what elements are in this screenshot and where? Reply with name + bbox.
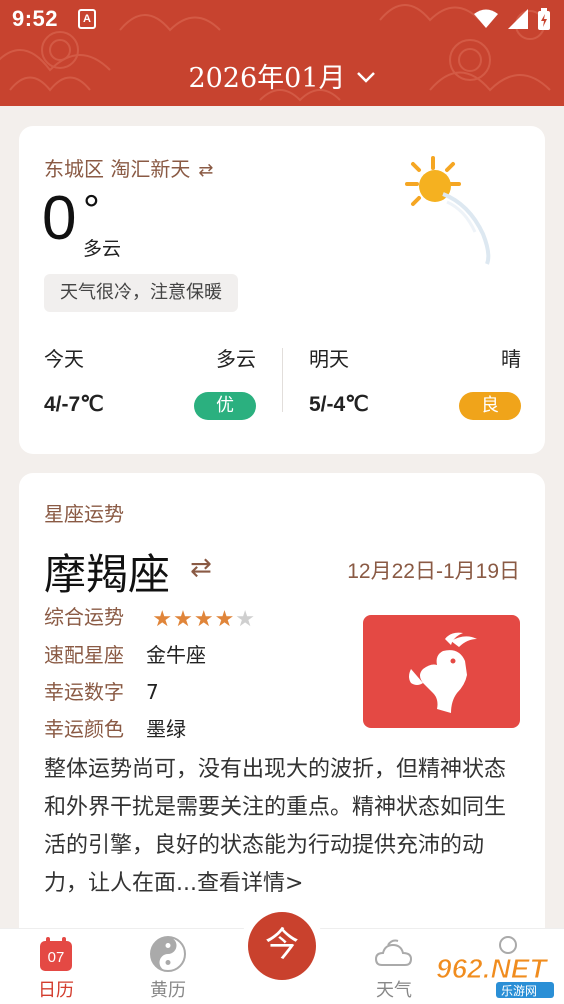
- fortune-stars: ★★★★★: [152, 607, 256, 632]
- yin-yang-icon: [150, 936, 186, 972]
- location[interactable]: 东城区 淘汇新天 ⇄: [44, 153, 213, 182]
- nav-item-calendar[interactable]: 07 日历: [16, 929, 96, 1004]
- match-sign-row: 速配星座 金牛座: [44, 639, 206, 668]
- battery-icon: [538, 8, 550, 30]
- calendar-day-badge: 07: [47, 949, 65, 966]
- row-value: 金牛座: [146, 643, 206, 667]
- divider: [282, 348, 283, 412]
- nav-label: 日历: [38, 980, 74, 1001]
- current-temperature: 0: [42, 184, 77, 253]
- current-condition: 多云: [83, 238, 122, 260]
- lucky-color-row: 幸运颜色 墨绿: [44, 713, 186, 742]
- status-icons: [474, 8, 550, 30]
- row-key: 综合运势: [44, 605, 124, 629]
- tomorrow-label: 明天: [309, 347, 349, 371]
- star-filled-icon: ★: [152, 607, 173, 632]
- watermark-brand: 962.NET: [436, 953, 549, 984]
- star-empty-icon: ★: [235, 607, 256, 632]
- degree-symbol: °: [83, 186, 100, 233]
- signal-icon: [508, 9, 528, 29]
- nav-item-weather[interactable]: 天气: [354, 929, 434, 1004]
- row-value: 7: [146, 680, 159, 704]
- row-key: 幸运颜色: [44, 717, 124, 741]
- horoscope-section-title: 星座运势: [44, 502, 124, 526]
- month-label: 2026年01月: [188, 63, 346, 94]
- nav-item-almanac[interactable]: 黄历: [128, 929, 208, 1004]
- today-condition: 多云: [216, 347, 256, 371]
- nav-label: 黄历: [150, 980, 186, 1001]
- horoscope-description[interactable]: 整体运势尚可，没有出现大的波折，但精神状态和外界干扰是需要关注的重点。精神状态如…: [44, 751, 524, 903]
- tomorrow-condition: 晴: [501, 347, 521, 371]
- weather-tip: 天气很冷，注意保暖: [44, 274, 238, 312]
- weather-card[interactable]: 东城区 淘汇新天 ⇄ 0 ° 多云 天气很冷，注意保暖 今天 多云 4/-7℃ 优…: [19, 126, 545, 454]
- cloud-icon: [374, 939, 413, 966]
- overall-fortune-row: 综合运势 ★★★★★: [44, 601, 256, 632]
- star-filled-icon: ★: [193, 607, 214, 632]
- today-range: 4/-7℃: [44, 393, 104, 416]
- star-filled-icon: ★: [173, 607, 193, 632]
- row-key: 幸运数字: [44, 680, 124, 704]
- notification-app-icon: A: [78, 9, 96, 29]
- watermark-sub: 乐游网: [501, 984, 537, 998]
- today-aqi-badge: 优: [194, 392, 256, 420]
- row-key: 速配星座: [44, 643, 124, 667]
- capricorn-badge: [363, 615, 520, 728]
- month-selector[interactable]: 2026年01月: [0, 56, 564, 95]
- partly-cloudy-icon: [405, 156, 491, 265]
- star-filled-icon: ★: [214, 607, 235, 632]
- swap-icon[interactable]: ⇄: [198, 160, 213, 181]
- nav-label: 天气: [376, 980, 412, 1001]
- wifi-icon: [474, 9, 498, 28]
- zodiac-date-range: 12月22日-1月19日: [347, 560, 520, 583]
- watermark-logo: 962.NET 乐游网: [436, 953, 554, 998]
- status-time: 9:52: [12, 6, 59, 31]
- zodiac-sign-name: 摩羯座: [44, 550, 171, 599]
- location-label: 东城区 淘汇新天: [44, 157, 191, 181]
- today-button[interactable]: 今: [248, 912, 316, 980]
- lucky-number-row: 幸运数字 7: [44, 676, 159, 705]
- status-bar: 9:52 A: [0, 0, 564, 40]
- today-label: 今天: [44, 347, 84, 371]
- swap-sign-icon[interactable]: ⇄: [190, 553, 212, 583]
- tomorrow-range: 5/-4℃: [309, 393, 369, 416]
- chevron-down-icon: [356, 59, 376, 90]
- app-header: 9:52 A 2026年01月: [0, 0, 564, 106]
- tomorrow-aqi-badge: 良: [459, 392, 521, 420]
- row-value: 墨绿: [146, 717, 186, 741]
- goat-icon: [409, 632, 477, 713]
- horoscope-card[interactable]: 星座运势 摩羯座 ⇄ 12月22日-1月19日 综合运势 ★★★★★ 速配星座金…: [19, 473, 545, 943]
